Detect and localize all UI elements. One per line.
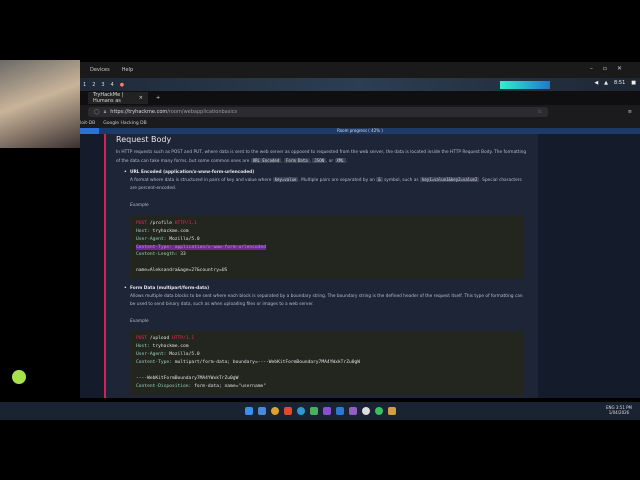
code-highlighted-line: Content-Type: application/x-www-form-url… bbox=[136, 244, 266, 250]
url-input[interactable]: ◯ 🔒︎ https://tryhackme.com/room/webapplica… bbox=[88, 107, 548, 117]
app-icon[interactable] bbox=[322, 407, 331, 415]
lock-icon: 🔒︎ bbox=[103, 109, 107, 115]
example-label: Example bbox=[130, 202, 149, 208]
audio-visualizer bbox=[500, 81, 550, 89]
code-value: form-data; name="username" bbox=[191, 383, 267, 389]
url-path: /room/webapplicationbasics bbox=[167, 109, 238, 115]
bookmark-google-hacking-db[interactable]: Google Hacking DB bbox=[103, 121, 146, 126]
vm-menubar: Devices Help –▫✕ bbox=[80, 62, 640, 78]
app-icon[interactable] bbox=[387, 407, 396, 415]
section-title: Request Body bbox=[116, 135, 172, 144]
example-label: Example bbox=[130, 318, 149, 324]
code-key: User-Agent: bbox=[136, 236, 167, 242]
inline-code: URL Encoded bbox=[250, 157, 282, 163]
menu-icon[interactable]: ≡ bbox=[628, 109, 632, 115]
inline-code: key=value bbox=[272, 177, 299, 183]
star-icon[interactable]: ☆ bbox=[538, 109, 542, 115]
desc-text: A format where data is structured in pai… bbox=[130, 178, 272, 184]
task-content: Request Body In HTTP requests such as PO… bbox=[104, 134, 538, 398]
system-tray: ◀ ▲ 8:51 ■ bbox=[594, 80, 636, 86]
app-icon[interactable] bbox=[257, 407, 266, 415]
code-key: Content-Disposition: bbox=[136, 383, 192, 389]
list-item-title: Form Data (multipart/form-data) bbox=[124, 285, 528, 293]
tab-title: TryHackMe | Humans as bbox=[93, 92, 124, 104]
bell-icon[interactable]: ▲ bbox=[604, 80, 608, 86]
bookmark-exploit-db[interactable]: loit-DB bbox=[80, 121, 95, 126]
list-item-url-encoded: URL Encoded (application/x-www-form-urle… bbox=[124, 169, 528, 193]
code-key: User-Agent: bbox=[136, 352, 167, 358]
code-proto: HTTP/1.1 bbox=[174, 220, 197, 226]
code-path: /profile bbox=[147, 220, 175, 226]
browser-tab[interactable]: TryHackMe | Humans as × bbox=[88, 92, 148, 104]
code-proto: HTTP/1.1 bbox=[171, 336, 195, 342]
code-block-multipart: POST /upload HTTP/1.1 Host: tryhackme.co… bbox=[130, 331, 524, 395]
start-icon[interactable] bbox=[244, 407, 253, 415]
code-block-urlencoded: POST /profile HTTP/1.1 Host: tryhackme.c… bbox=[130, 215, 524, 280]
code-method: POST bbox=[136, 336, 148, 342]
bookmarks-bar: loit-DB Google Hacking DB bbox=[80, 119, 640, 128]
code-path: /upload bbox=[147, 336, 172, 342]
browser-tab-bar: TryHackMe | Humans as × + bbox=[80, 91, 640, 105]
code-boundary: ----WebKitFormBoundary7MA4YWxkTrZu0gW bbox=[136, 375, 239, 381]
code-body: name=Aleksandra&age=27&country=US bbox=[136, 268, 228, 274]
chrome-icon[interactable] bbox=[270, 407, 279, 415]
brave-icon[interactable] bbox=[283, 407, 292, 415]
lock-icon[interactable]: ■ bbox=[631, 80, 636, 86]
code-value: tryhackme.com bbox=[149, 344, 189, 350]
code-method: POST bbox=[136, 220, 148, 226]
code-value: multipart/form-data; boundary=----WebKit… bbox=[171, 360, 361, 366]
navigation-bar: ◯ 🔒︎ https://tryhackme.com/room/webapplica… bbox=[80, 105, 640, 119]
windows-taskbar: ENG 3:51 PM 1/04/2026 bbox=[0, 402, 640, 420]
close-icon[interactable]: × bbox=[139, 95, 143, 101]
menu-help[interactable]: Help bbox=[122, 67, 133, 73]
workspace-1[interactable]: 1 bbox=[83, 82, 86, 88]
inline-code: key1=value1&key2=value2 bbox=[419, 177, 480, 183]
speaker-icon[interactable]: ◀ bbox=[594, 80, 598, 86]
window-controls[interactable]: –▫✕ bbox=[590, 65, 632, 72]
url-host: https://tryhackme.com bbox=[110, 109, 168, 115]
code-key: Host: bbox=[136, 344, 150, 350]
workspace-4[interactable]: 4 bbox=[111, 82, 114, 88]
inline-code: JSON bbox=[312, 157, 327, 163]
menu-devices[interactable]: Devices bbox=[90, 67, 110, 73]
firefox-icon[interactable]: ● bbox=[120, 82, 124, 88]
code-key: Host: bbox=[136, 228, 150, 234]
list-item-desc: A format where data is structured in pai… bbox=[130, 176, 528, 193]
list-item-desc: Allows multiple data blocks to be sent w… bbox=[130, 293, 523, 307]
app-icon[interactable] bbox=[348, 407, 357, 415]
new-tab-button[interactable]: + bbox=[156, 95, 160, 101]
desc-text: . Multiple pairs are separated by an bbox=[298, 178, 375, 184]
code-key: Content-Length: bbox=[136, 252, 178, 258]
webcam-overlay bbox=[0, 60, 80, 148]
pycharm-icon[interactable] bbox=[309, 407, 318, 415]
shield-icon: ◯ bbox=[94, 109, 100, 115]
code-value: 33 bbox=[177, 252, 186, 258]
desc-text: symbol, such as bbox=[384, 178, 419, 184]
tryhackme-assistant-icon[interactable] bbox=[12, 370, 26, 384]
inline-code: XML bbox=[334, 157, 346, 163]
code-value: tryhackme.com bbox=[149, 228, 189, 234]
workspace-2[interactable]: 2 bbox=[92, 82, 95, 88]
progress-label: Room progress ( 42% ) bbox=[337, 128, 383, 133]
edge-icon[interactable] bbox=[296, 407, 305, 415]
inline-code: & bbox=[376, 177, 383, 183]
list-item-form-data: Form Data (multipart/form-data) Allows m… bbox=[124, 285, 528, 308]
tray-time: 8:51 bbox=[614, 80, 626, 86]
taskbar-clock[interactable]: ENG 3:51 PM 1/04/2026 bbox=[606, 405, 632, 415]
clock-date: 1/04/2026 bbox=[608, 410, 630, 415]
inline-code: Form Data bbox=[283, 157, 310, 163]
vscode-icon[interactable] bbox=[335, 407, 344, 415]
list-item-title: URL Encoded (application/x-www-form-urle… bbox=[124, 169, 528, 177]
page-content: Request Body In HTTP requests such as PO… bbox=[80, 134, 640, 398]
workspace-3[interactable]: 3 bbox=[101, 82, 104, 88]
code-value: Mozilla/5.0 bbox=[166, 352, 200, 358]
app-icon[interactable] bbox=[361, 407, 370, 415]
workspace-bar: 1 2 3 4 ● ◀ ▲ 8:51 ■ bbox=[80, 78, 640, 91]
code-key: Content-Type: bbox=[136, 360, 172, 366]
intro-paragraph: In HTTP requests such as POST and PUT, w… bbox=[116, 150, 527, 164]
code-value: Mozilla/5.0 bbox=[166, 236, 200, 242]
whatsapp-icon[interactable] bbox=[374, 407, 383, 415]
